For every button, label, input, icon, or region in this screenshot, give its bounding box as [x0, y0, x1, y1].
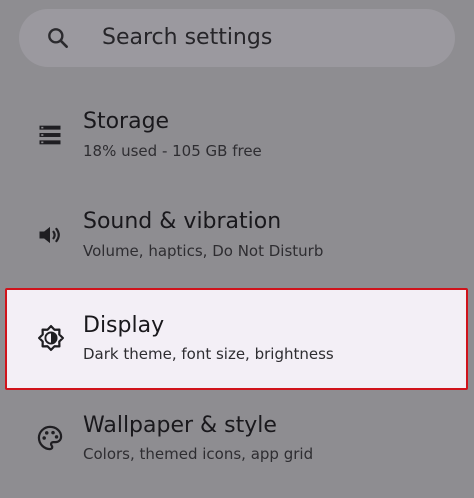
- settings-item-title: Wallpaper & style: [83, 413, 277, 438]
- settings-item-title: Storage: [83, 109, 170, 134]
- settings-item-storage[interactable]: Storage 18% used - 105 GB free: [0, 98, 474, 194]
- palette-icon: [36, 424, 64, 452]
- settings-item-display[interactable]: Display Dark theme, font size, brightnes…: [5, 288, 468, 390]
- settings-item-wallpaper-style[interactable]: Wallpaper & style Colors, themed icons, …: [0, 402, 474, 498]
- brightness-icon: [37, 324, 65, 352]
- settings-item-title: Display: [83, 313, 165, 338]
- settings-item-subtitle: 18% used - 105 GB free: [83, 142, 262, 160]
- settings-item-title: Sound & vibration: [83, 209, 282, 234]
- settings-item-sound-vibration[interactable]: Sound & vibration Volume, haptics, Do No…: [0, 198, 474, 294]
- search-bar[interactable]: Search settings: [19, 9, 455, 67]
- volume-icon: [36, 221, 64, 249]
- settings-item-subtitle: Colors, themed icons, app grid: [83, 445, 314, 463]
- settings-item-subtitle: Dark theme, font size, brightness: [83, 345, 334, 363]
- search-icon: [45, 25, 71, 51]
- storage-icon: [36, 121, 64, 149]
- settings-item-subtitle: Volume, haptics, Do Not Disturb: [83, 242, 324, 260]
- search-placeholder: Search settings: [102, 25, 273, 50]
